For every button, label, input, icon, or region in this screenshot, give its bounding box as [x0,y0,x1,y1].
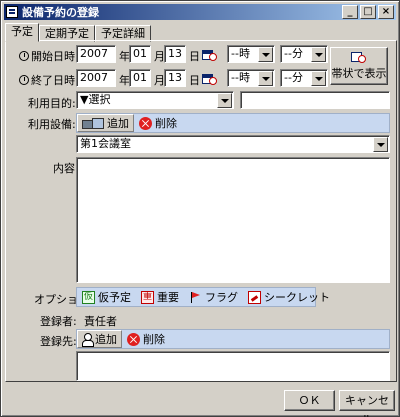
option-secret-button[interactable]: シークレット [243,288,335,306]
start-calendar-icon[interactable] [202,48,218,62]
end-day-input[interactable]: 13 [164,69,186,87]
destination-delete-button[interactable]: 削除 [122,330,170,348]
start-year-input[interactable]: 2007 [76,45,116,63]
content-textarea[interactable] [76,157,390,283]
band-display-button[interactable]: 帯状で表示 [330,47,388,85]
destination-list[interactable] [76,351,390,381]
purpose-label: 利用目的: [28,97,76,110]
user-icon [82,332,94,347]
end-datetime-label: 終了日時: [19,72,79,88]
destination-toolbar: 追加 削除 [76,329,390,349]
options-toolbar: 仮仮予定 重重要 フラグ シークレット [76,287,330,307]
maximize-button[interactable]: □ [360,5,376,19]
option-important-button[interactable]: 重重要 [136,288,184,306]
secret-icon [248,290,261,304]
end-label-text: 終了日時: [31,74,79,87]
equipment-toolbar: 追加 削除 [76,113,390,133]
clock-icon [19,75,29,85]
chevron-down-icon[interactable] [258,47,273,62]
registrant-label: 登録者: [40,315,77,328]
end-hour-select[interactable]: --時 [227,69,275,87]
destination-delete-label: 削除 [143,333,165,346]
tab-schedule[interactable]: 予定 [5,23,39,42]
end-year-input[interactable]: 2007 [76,69,116,87]
ok-button[interactable]: ＯＫ [284,390,335,411]
important-icon: 重 [141,290,154,304]
title-bar[interactable]: 設備予約の登録 _ □ × [4,4,396,20]
option-secret-label: シークレット [264,291,330,304]
tab-bar: 予定 定期予定 予定詳細 [5,23,151,42]
content-label: 内容: [53,162,79,175]
app-icon [6,6,18,18]
end-calendar-icon[interactable] [202,72,218,86]
tentative-icon: 仮 [82,290,95,304]
destination-label: 登録先: [40,335,77,348]
band-calendar-icon [351,52,367,64]
equipment-add-button[interactable]: 追加 [77,114,134,132]
purpose-select[interactable]: ▼選択 [76,91,234,109]
equipment-delete-button[interactable]: 削除 [134,114,182,132]
start-hour-select[interactable]: --時 [227,45,275,63]
start-minute-select[interactable]: --分 [280,45,328,63]
chevron-down-icon[interactable] [311,47,326,62]
minimize-button[interactable]: _ [342,5,358,19]
chevron-down-icon[interactable] [258,71,273,86]
equipment-select[interactable]: 第1会議室 [76,135,390,153]
close-button[interactable]: × [378,5,394,19]
equipment-add-label: 追加 [107,117,129,130]
delete-icon [139,116,152,130]
end-month-input[interactable]: 01 [129,69,151,87]
equipment-icon [82,117,104,129]
clock-icon [19,51,29,61]
start-hour-value: --時 [231,47,250,60]
start-label-text: 開始日時: [31,50,79,63]
end-hour-value: --時 [231,71,250,84]
option-important-label: 重要 [157,291,179,304]
destination-add-button[interactable]: 追加 [77,330,122,348]
chevron-down-icon[interactable] [217,93,232,108]
equipment-delete-label: 削除 [155,117,177,130]
chevron-down-icon[interactable] [311,71,326,86]
start-minute-value: --分 [284,47,303,60]
band-button-label: 帯状で表示 [331,67,387,80]
purpose-text-input[interactable] [240,91,390,109]
destination-add-label: 追加 [95,333,117,346]
cancel-button[interactable]: キャンセル [339,390,395,417]
start-datetime-label: 開始日時: [19,48,79,64]
purpose-value: ▼選択 [80,93,111,106]
start-month-input[interactable]: 01 [129,45,151,63]
reservation-dialog: 設備予約の登録 _ □ × 予定 定期予定 予定詳細 開始日時: 2007 年 … [0,0,400,417]
start-day-input[interactable]: 13 [164,45,186,63]
end-minute-value: --分 [284,71,303,84]
chevron-down-icon[interactable] [373,137,388,152]
end-day-unit: 日 [189,74,200,87]
option-flag-button[interactable]: フラグ [184,288,243,306]
equipment-value: 第1会議室 [80,137,131,150]
option-flag-label: フラグ [205,291,238,304]
option-tentative-button[interactable]: 仮仮予定 [77,288,136,306]
option-tentative-label: 仮予定 [98,291,131,304]
delete-icon [127,332,140,346]
registrant-value: 責任者 [84,315,117,328]
equipment-label: 利用設備: [28,118,76,131]
start-day-unit: 日 [189,50,200,63]
flag-icon [189,291,202,304]
window-title: 設備予約の登録 [22,6,99,19]
end-minute-select[interactable]: --分 [280,69,328,87]
